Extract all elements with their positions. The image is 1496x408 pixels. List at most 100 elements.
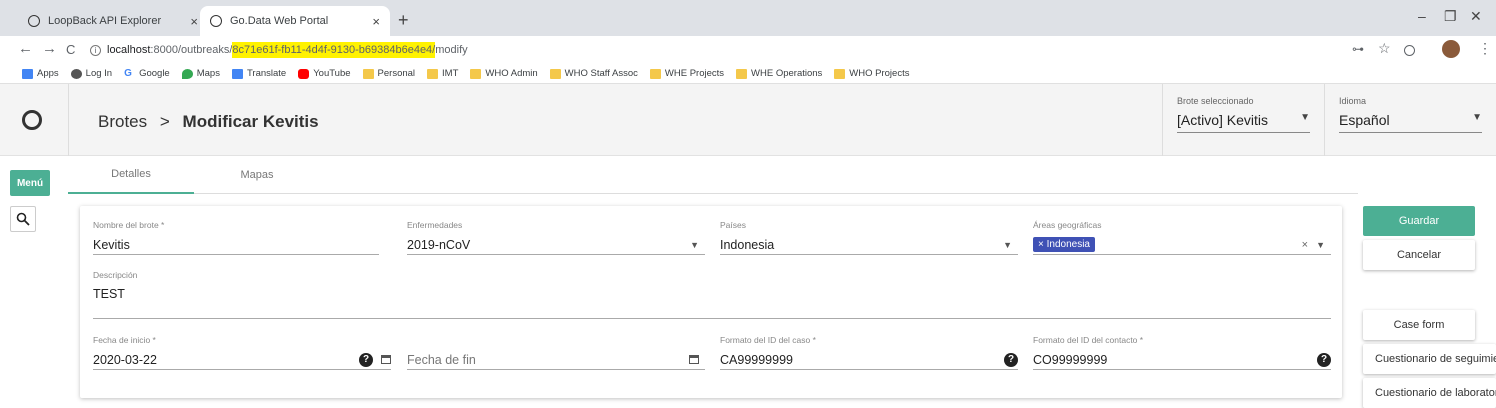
description-input[interactable]: TEST bbox=[93, 285, 1331, 319]
breadcrumb-separator: > bbox=[159, 112, 170, 131]
close-icon[interactable]: × bbox=[372, 14, 380, 29]
browser-tab-loopback[interactable]: LoopBack API Explorer × bbox=[18, 6, 208, 36]
bookmark-label: Maps bbox=[196, 68, 220, 79]
chevron-down-icon: ▼ bbox=[1003, 239, 1012, 250]
minimize-icon[interactable]: – bbox=[1418, 8, 1426, 24]
url-host: localhost bbox=[107, 44, 151, 56]
cancel-button[interactable]: Cancelar bbox=[1363, 240, 1475, 270]
disease-select[interactable]: 2019-nCoV ▼ bbox=[407, 235, 705, 255]
calendar-icon[interactable] bbox=[381, 355, 391, 364]
close-window-icon[interactable]: ✕ bbox=[1470, 8, 1482, 25]
bookmark-item[interactable]: Maps bbox=[181, 68, 220, 79]
address-bar[interactable]: i localhost :8000/outbreaks/ 8c71e61f-fb… bbox=[90, 39, 1330, 61]
tab-maps[interactable]: Mapas bbox=[194, 156, 320, 194]
field-label: Países bbox=[720, 220, 746, 230]
bookmark-item[interactable]: Apps bbox=[22, 68, 59, 79]
go-data-favicon-icon bbox=[28, 15, 40, 27]
search-icon bbox=[16, 212, 30, 226]
help-icon[interactable]: ? bbox=[1317, 352, 1331, 367]
breadcrumb-outbreaks-link[interactable]: Brotes bbox=[98, 112, 147, 131]
help-icon[interactable]: ? bbox=[1004, 352, 1018, 367]
divider bbox=[68, 84, 69, 156]
chevron-down-icon: ▼ bbox=[1472, 112, 1482, 123]
case-id-format-field[interactable]: Formato del ID del caso * CA99999999 ? bbox=[720, 335, 1018, 370]
countries-field[interactable]: Países Indonesia ▼ bbox=[720, 220, 1018, 255]
bookmark-folder[interactable]: Personal bbox=[362, 68, 415, 79]
field-value: Kevitis bbox=[93, 237, 130, 252]
bookmark-folder[interactable]: WHO Staff Assoc bbox=[549, 68, 638, 79]
translate-icon bbox=[231, 68, 243, 79]
outbreak-select-value: [Activo] Kevitis bbox=[1177, 112, 1269, 128]
contact-id-format-input[interactable]: CO99999999 ? bbox=[1033, 350, 1331, 370]
star-icon[interactable]: ☆ bbox=[1378, 40, 1391, 57]
end-date-field[interactable]: · Fecha de fin bbox=[407, 335, 705, 370]
bookmarks-bar: Apps Log In G Google Maps Translate YouTu… bbox=[0, 64, 1496, 84]
bookmark-folder[interactable]: WHO Admin bbox=[470, 68, 538, 79]
bookmark-folder[interactable]: WHE Projects bbox=[649, 68, 724, 79]
bookmark-label: WHO Projects bbox=[849, 68, 910, 79]
bookmark-item[interactable]: G Google bbox=[124, 68, 170, 79]
selected-area-chip[interactable]: × Indonesia bbox=[1033, 237, 1095, 252]
bookmark-folder[interactable]: WHE Operations bbox=[736, 68, 822, 79]
start-date-field[interactable]: Fecha de inicio * 2020-03-22 ? bbox=[93, 335, 391, 370]
outbreak-form-card: Nombre del brote * Kevitis Enfermedades … bbox=[80, 206, 1342, 398]
help-icon[interactable]: ? bbox=[359, 352, 373, 367]
outbreak-selector[interactable]: Brote seleccionado [Activo] Kevitis ▼ bbox=[1162, 84, 1324, 156]
case-form-button[interactable]: Case form bbox=[1363, 310, 1475, 340]
field-label: Formato del ID del contacto * bbox=[1033, 335, 1144, 345]
folder-icon bbox=[736, 68, 748, 79]
bookmark-label: Translate bbox=[246, 68, 287, 79]
tab-details[interactable]: Detalles bbox=[68, 156, 194, 194]
clear-icon[interactable]: × ▼ bbox=[1302, 239, 1331, 251]
page-tabs: Detalles Mapas bbox=[68, 156, 1358, 194]
more-icon[interactable]: ⋮ bbox=[1478, 40, 1492, 57]
bookmark-item[interactable]: YouTube bbox=[298, 68, 351, 79]
save-button[interactable]: Guardar bbox=[1363, 206, 1475, 236]
key-icon[interactable]: ⊶ bbox=[1352, 42, 1364, 56]
disease-field[interactable]: Enfermedades 2019-nCoV ▼ bbox=[407, 220, 705, 255]
description-field[interactable]: Descripción TEST bbox=[93, 270, 1331, 319]
restore-icon[interactable]: ❐ bbox=[1444, 8, 1457, 25]
folder-icon bbox=[470, 68, 482, 79]
extension-icon[interactable] bbox=[1404, 45, 1415, 56]
search-button[interactable] bbox=[10, 206, 36, 232]
followup-questionnaire-button[interactable]: Cuestionario de seguimiento bbox=[1363, 344, 1496, 374]
bookmark-folder[interactable]: WHO Projects bbox=[834, 68, 909, 79]
new-tab-button[interactable]: + bbox=[398, 10, 409, 31]
start-date-input[interactable]: 2020-03-22 ? bbox=[93, 350, 391, 370]
breadcrumb: Brotes > Modificar Kevitis bbox=[98, 112, 319, 132]
lab-questionnaire-button[interactable]: Cuestionario de laboratorio bbox=[1363, 378, 1496, 408]
go-data-logo-icon[interactable] bbox=[22, 110, 42, 130]
url-highlighted-id: 8c71e61f-fb11-4d4f-9130-b69384b6e4e4/ bbox=[232, 42, 436, 58]
back-icon[interactable]: ← bbox=[18, 40, 33, 57]
chevron-down-icon: ▼ bbox=[1316, 239, 1325, 250]
browser-tab-godata[interactable]: Go.Data Web Portal × bbox=[200, 6, 390, 36]
outbreak-select[interactable]: [Activo] Kevitis ▼ bbox=[1177, 112, 1310, 133]
contact-id-format-field[interactable]: Formato del ID del contacto * CO99999999… bbox=[1033, 335, 1331, 370]
calendar-icon[interactable] bbox=[689, 355, 699, 364]
countries-select[interactable]: Indonesia ▼ bbox=[720, 235, 1018, 255]
outbreak-name-field[interactable]: Nombre del brote * Kevitis bbox=[93, 220, 379, 255]
language-selector[interactable]: Idioma Español ▼ bbox=[1324, 84, 1496, 156]
bookmark-item[interactable]: Log In bbox=[70, 68, 112, 79]
bookmark-folder[interactable]: IMT bbox=[427, 68, 458, 79]
menu-button[interactable]: Menú bbox=[10, 170, 50, 196]
info-icon[interactable]: i bbox=[90, 44, 101, 56]
case-id-format-input[interactable]: CA99999999 ? bbox=[720, 350, 1018, 370]
bookmark-item[interactable]: Translate bbox=[231, 68, 287, 79]
bookmark-label: WHE Operations bbox=[751, 68, 823, 79]
outbreak-name-input[interactable]: Kevitis bbox=[93, 235, 379, 255]
bookmark-label: Apps bbox=[37, 68, 59, 79]
forward-icon[interactable]: → bbox=[42, 40, 57, 57]
end-date-input[interactable]: Fecha de fin bbox=[407, 350, 705, 370]
clear-glyph: × bbox=[1301, 238, 1309, 251]
geographic-areas-field[interactable]: Áreas geográficas × Indonesia × ▼ bbox=[1033, 220, 1331, 255]
language-select[interactable]: Español ▼ bbox=[1339, 112, 1482, 133]
geographic-areas-select[interactable]: × Indonesia × ▼ bbox=[1033, 235, 1331, 255]
reload-icon[interactable]: C bbox=[66, 42, 75, 57]
url-rest: modify bbox=[435, 44, 468, 56]
tab-label: Go.Data Web Portal bbox=[230, 15, 329, 27]
close-icon[interactable]: × bbox=[190, 14, 198, 29]
profile-avatar[interactable] bbox=[1442, 40, 1460, 58]
globe-icon bbox=[70, 68, 82, 79]
